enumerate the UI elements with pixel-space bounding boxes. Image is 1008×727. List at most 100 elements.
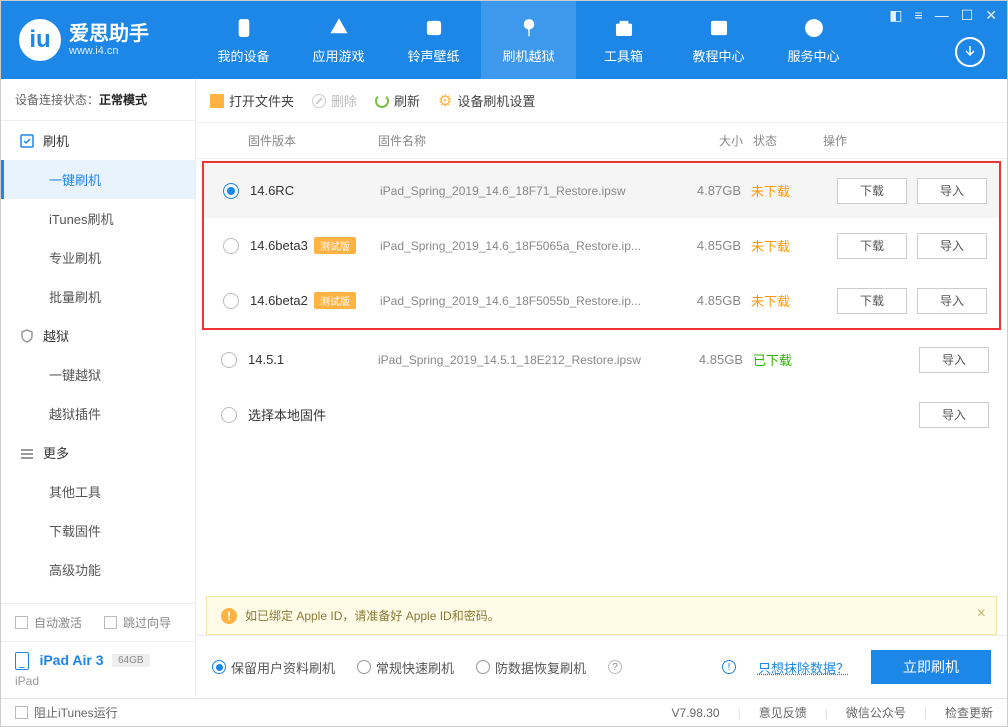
sidebar-options: 自动激活 跳过向导 (1, 603, 195, 641)
row-radio[interactable] (223, 238, 239, 254)
mode-radio[interactable] (476, 660, 490, 674)
toolbar: 打开文件夹 删除 刷新 ⚙设备刷机设置 (196, 79, 1007, 123)
nav-tab-3[interactable]: 刷机越狱 (481, 1, 576, 79)
highlighted-group: 14.6RC iPad_Spring_2019_14.6_18F71_Resto… (202, 161, 1001, 330)
connection-status: 设备连接状态：正常模式 (1, 79, 195, 121)
import-button[interactable]: 导入 (917, 233, 987, 259)
block-itunes-checkbox[interactable] (15, 706, 28, 719)
nav-tabs: 我的设备应用游戏铃声壁纸刷机越狱工具箱教程中心服务中心 (196, 1, 861, 79)
nav-tab-4[interactable]: 工具箱 (576, 1, 671, 79)
logo-icon: iu (19, 19, 61, 61)
mode-radio[interactable] (357, 660, 371, 674)
notice-bar: ! 如已绑定 Apple ID，请准备好 Apple ID和密码。 × (206, 596, 997, 635)
warning-icon: ! (221, 608, 237, 624)
sidebar-item[interactable]: 下载固件 (1, 511, 195, 550)
local-firmware-row[interactable]: 选择本地固件 导入 (196, 387, 1007, 442)
nav-icon-0 (232, 16, 256, 40)
beta-badge: 测试版 (314, 292, 356, 309)
nav-tab-5[interactable]: 教程中心 (671, 1, 766, 79)
flash-now-button[interactable]: 立即刷机 (871, 650, 991, 684)
info-icon[interactable]: ! (722, 660, 736, 674)
import-button[interactable]: 导入 (919, 402, 989, 428)
main-panel: 打开文件夹 删除 刷新 ⚙设备刷机设置 固件版本 固件名称 大小 状态 操作 1… (196, 79, 1007, 698)
action-bar: 保留用户资料刷机 常规快速刷机 防数据恢复刷机 ? ! 只想抹除数据？ 立即刷机 (196, 635, 1007, 698)
device-storage: 64GB (112, 654, 150, 667)
delete-button[interactable]: 删除 (312, 91, 357, 110)
logo-title: 爱思助手 (69, 23, 149, 45)
sidebar-item[interactable]: 高级功能 (1, 550, 195, 589)
mode-radio[interactable] (212, 660, 226, 674)
import-button[interactable]: 导入 (917, 178, 987, 204)
sidebar-item[interactable]: 越狱插件 (1, 394, 195, 433)
row-radio[interactable] (223, 293, 239, 309)
firmware-row[interactable]: 14.5.1 iPad_Spring_2019_14.5.1_18E212_Re… (196, 332, 1007, 387)
flash-mode-option[interactable]: 常规快速刷机 (357, 658, 454, 677)
sidebar-group-0[interactable]: 刷机 (1, 121, 195, 160)
sidebar-group-2[interactable]: 更多 (1, 433, 195, 472)
flash-mode-option[interactable]: 防数据恢复刷机 (476, 658, 586, 677)
row-radio[interactable] (221, 407, 237, 423)
beta-badge: 测试版 (314, 237, 356, 254)
nav-tab-1[interactable]: 应用游戏 (291, 1, 386, 79)
firmware-row[interactable]: 14.6beta2测试版 iPad_Spring_2019_14.6_18F50… (204, 273, 999, 328)
flash-mode-option[interactable]: 保留用户资料刷机 (212, 658, 335, 677)
logo-url: www.i4.cn (69, 45, 149, 57)
sidebar-item[interactable]: 批量刷机 (1, 277, 195, 316)
group-icon (19, 328, 35, 344)
settings-button[interactable]: ⚙设备刷机设置 (438, 91, 535, 111)
nav-icon-4 (612, 16, 636, 40)
device-name: iPad Air 3 (39, 652, 103, 668)
erase-only-link[interactable]: 只想抹除数据？ (758, 658, 849, 677)
group-icon (19, 445, 35, 461)
device-icon (15, 652, 29, 670)
sidebar-item[interactable]: 一键越狱 (1, 355, 195, 394)
nav-icon-1 (327, 16, 351, 40)
download-manager-icon[interactable] (955, 37, 985, 67)
table-header: 固件版本 固件名称 大小 状态 操作 (196, 123, 1007, 159)
device-type: iPad (15, 674, 181, 688)
device-panel: iPad Air 3 64GB iPad (1, 641, 195, 698)
download-button[interactable]: 下载 (837, 233, 907, 259)
import-button[interactable]: 导入 (917, 288, 987, 314)
check-update-link[interactable]: 检查更新 (945, 704, 993, 721)
help-icon[interactable]: ? (608, 660, 622, 674)
group-icon (19, 133, 35, 149)
firmware-row[interactable]: 14.6beta3测试版 iPad_Spring_2019_14.6_18F50… (204, 218, 999, 273)
delete-icon (312, 94, 326, 108)
refresh-icon (375, 94, 389, 108)
import-button[interactable]: 导入 (919, 347, 989, 373)
menu-icon[interactable]: ≡ (915, 7, 923, 24)
sidebar-item[interactable]: 专业刷机 (1, 238, 195, 277)
skin-icon[interactable]: ◧ (889, 7, 902, 24)
row-radio[interactable] (223, 183, 239, 199)
sidebar-item[interactable]: 一键刷机 (1, 160, 195, 199)
logo-area: iu 爱思助手 www.i4.cn (1, 19, 196, 61)
auto-activate-checkbox[interactable] (15, 616, 28, 629)
nav-icon-5 (707, 16, 731, 40)
nav-tab-0[interactable]: 我的设备 (196, 1, 291, 79)
nav-icon-3 (517, 16, 541, 40)
notice-close-icon[interactable]: × (977, 605, 986, 623)
skip-guide-checkbox[interactable] (104, 616, 117, 629)
wechat-link[interactable]: 微信公众号 (846, 704, 906, 721)
sidebar-item[interactable]: iTunes刷机 (1, 199, 195, 238)
footer: 阻止iTunes运行 V7.98.30 | 意见反馈 | 微信公众号 | 检查更… (1, 698, 1007, 726)
open-folder-button[interactable]: 打开文件夹 (210, 91, 294, 110)
version-label: V7.98.30 (672, 706, 720, 720)
nav-tab-2[interactable]: 铃声壁纸 (386, 1, 481, 79)
download-button[interactable]: 下载 (837, 288, 907, 314)
row-radio[interactable] (221, 352, 237, 368)
close-icon[interactable]: ✕ (985, 7, 997, 24)
maximize-icon[interactable]: ☐ (961, 7, 974, 24)
firmware-row[interactable]: 14.6RC iPad_Spring_2019_14.6_18F71_Resto… (204, 163, 999, 218)
gear-icon: ⚙ (438, 91, 452, 111)
minimize-icon[interactable]: — (935, 7, 949, 24)
sidebar-item[interactable]: 其他工具 (1, 472, 195, 511)
download-button[interactable]: 下载 (837, 178, 907, 204)
sidebar-group-1[interactable]: 越狱 (1, 316, 195, 355)
refresh-button[interactable]: 刷新 (375, 91, 420, 110)
nav-tab-6[interactable]: 服务中心 (766, 1, 861, 79)
feedback-link[interactable]: 意见反馈 (759, 704, 807, 721)
folder-icon (210, 94, 224, 108)
sidebar: 设备连接状态：正常模式 刷机一键刷机iTunes刷机专业刷机批量刷机越狱一键越狱… (1, 79, 196, 698)
